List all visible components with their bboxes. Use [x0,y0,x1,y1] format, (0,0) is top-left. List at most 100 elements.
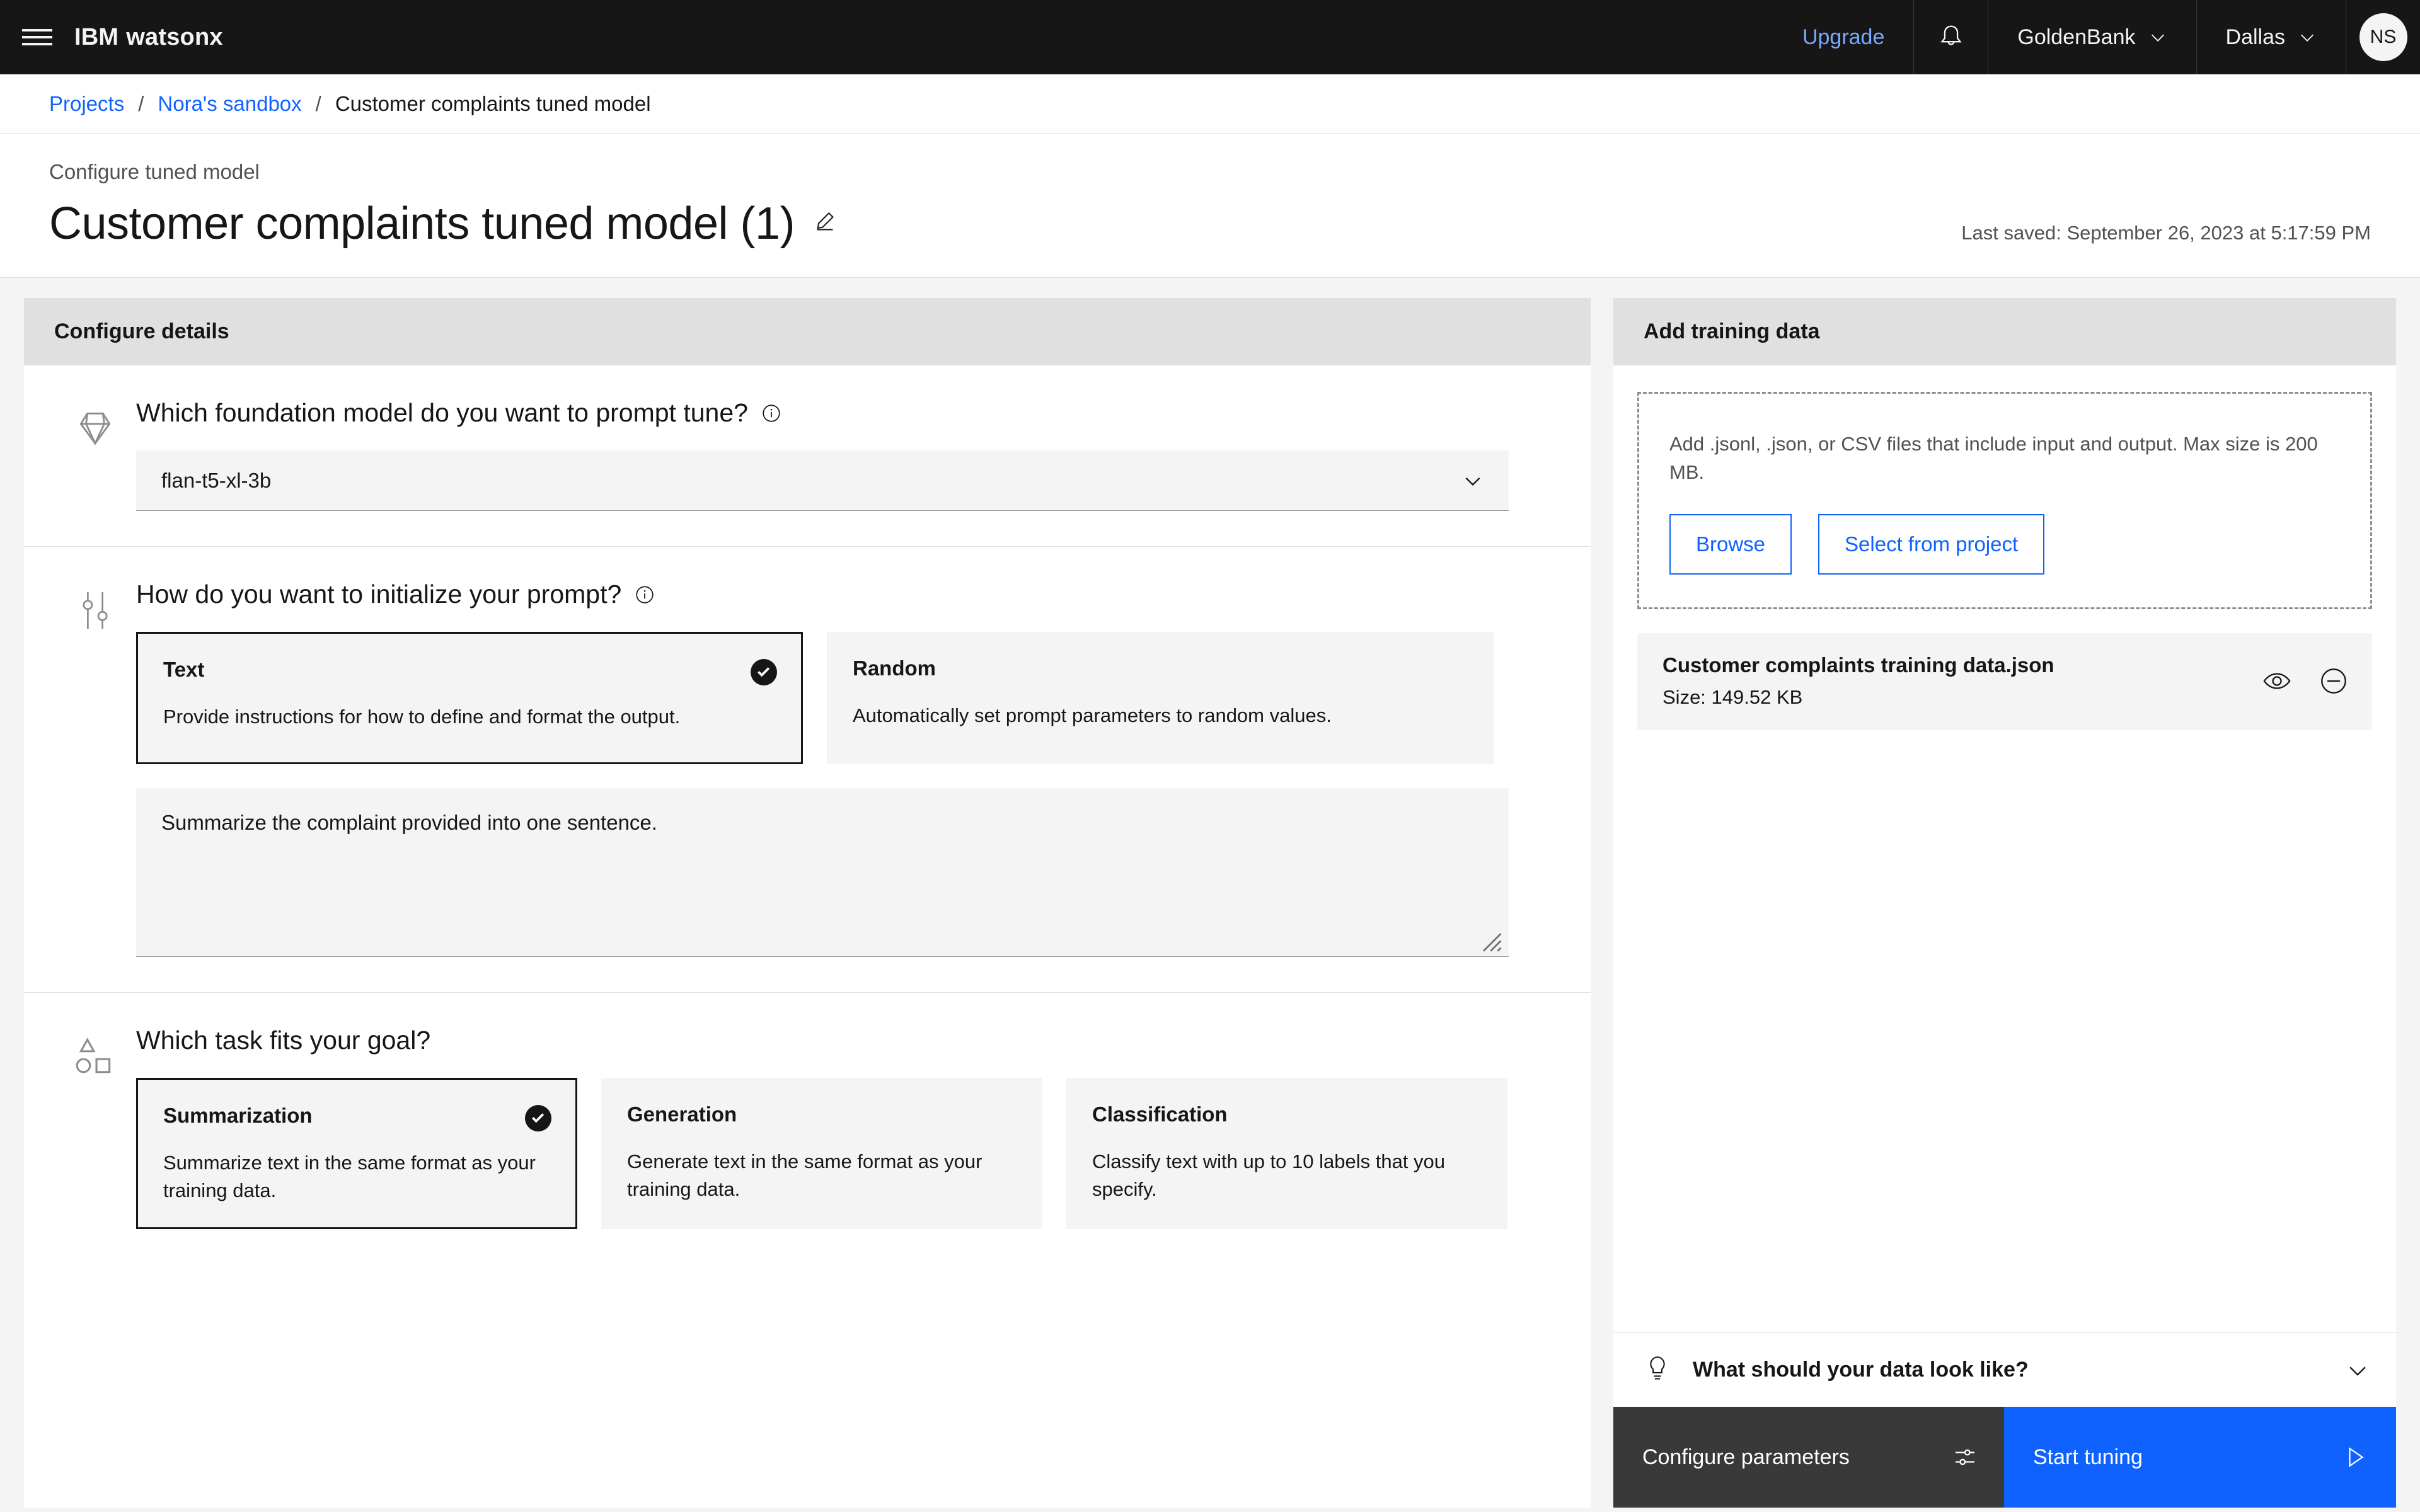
breadcrumb: Projects / Nora's sandbox / Customer com… [0,74,2420,134]
prompt-text-value: Summarize the complaint provided into on… [161,811,657,834]
file-info: Customer complaints training data.json S… [1662,653,2262,709]
bell-icon [1940,25,1962,45]
account-selector[interactable]: GoldenBank [1988,0,2196,74]
foundation-model-question-text: Which foundation model do you want to pr… [136,398,748,427]
file-actions [2262,667,2348,696]
play-icon [2349,1447,2364,1467]
init-option-text-description: Provide instructions for how to define a… [163,706,681,728]
right-panel-spacer [1613,730,2396,1332]
data-format-accordion-label: What should your data look like? [1693,1358,2029,1382]
eye-icon [2263,673,2291,689]
info-circle-icon [636,585,654,604]
browse-button[interactable]: Browse [1669,514,1792,575]
task-question: Which task fits your goal? [136,1026,1509,1055]
upgrade-link[interactable]: Upgrade [1773,0,1913,74]
task-option-classification-label: Classification [1092,1102,1228,1126]
foundation-model-question: Which foundation model do you want to pr… [136,398,1509,428]
avatar: NS [2359,13,2407,61]
prompt-text-input[interactable]: Summarize the complaint provided into on… [136,788,1509,957]
task-option-classification[interactable]: Classification Classify text with up to … [1066,1078,1507,1229]
init-option-random[interactable]: Random Automatically set prompt paramete… [827,632,1494,764]
configure-parameters-button[interactable]: Configure parameters [1613,1407,2004,1508]
lightbulb-icon [1644,1354,1671,1385]
page-header: Configure tuned model Customer complaint… [0,134,2420,278]
idea-icon [1650,1356,1665,1380]
initialize-prompt-options: Text Provide instructions for how to def… [136,632,1509,764]
list-item: Customer complaints training data.json S… [1637,633,2372,731]
section-content: Which foundation model do you want to pr… [136,398,1560,511]
user-account-button[interactable]: NS [2346,0,2420,74]
subtract-circle-icon [2321,668,2346,694]
hamburger-bar [22,43,52,45]
section-icon-wrap [54,1026,136,1229]
region-label: Dallas [2225,25,2285,49]
main-content: Configure details Which foundation model… [0,278,2420,1508]
page-eyebrow: Configure tuned model [49,160,260,183]
task-option-classification-description: Classify text with up to 10 labels that … [1092,1150,1446,1201]
dropzone-instructions: Add .jsonl, .json, or CSV files that inc… [1669,433,2318,483]
breadcrumb-link-sandbox[interactable]: Nora's sandbox [158,92,301,116]
resize-handle[interactable] [1476,927,1504,953]
brand-product-text: watsonx [126,23,223,50]
hamburger-bar [22,29,52,32]
section-icon-wrap [54,580,136,957]
init-option-random-description: Automatically set prompt parameters to r… [853,704,1332,726]
notifications-button[interactable] [1913,0,1988,74]
file-name: Customer complaints training data.json [1662,653,2054,677]
initialize-prompt-question-text: How do you want to initialize your promp… [136,580,622,609]
task-option-summarization-label: Summarization [163,1104,313,1127]
settings-adjust-icon [1956,1449,1974,1465]
select-from-project-button[interactable]: Select from project [1818,514,2045,575]
dropzone-buttons: Browse Select from project [1669,514,2340,575]
task-option-generation[interactable]: Generation Generate text in the same for… [601,1078,1042,1229]
last-saved-text: Last saved: September 26, 2023 at 5:17:5… [1961,222,2371,244]
pencil-icon [817,212,834,231]
breadcrumb-separator: / [138,91,144,115]
chevron-down-icon [2349,1366,2366,1376]
gem-icon [79,412,111,446]
info-icon[interactable] [761,403,782,424]
init-option-text[interactable]: Text Provide instructions for how to def… [136,632,803,764]
info-circle-icon [763,404,780,422]
foundation-model-dropdown[interactable]: flan-t5-xl-3b [136,450,1509,511]
section-icon-wrap [54,398,136,511]
info-icon[interactable] [634,584,655,605]
region-selector[interactable]: Dallas [2196,0,2346,74]
checkmark-filled-icon [751,659,777,685]
account-label: GoldenBank [2017,25,2136,49]
edit-title-button[interactable] [812,209,838,238]
brand-ibm-text: IBM [74,23,119,50]
task-question-text: Which task fits your goal? [136,1026,431,1055]
data-format-accordion[interactable]: What should your data look like? [1613,1332,2396,1407]
hamburger-menu-icon[interactable] [0,0,74,74]
section-task: Which task fits your goal? Summarization… [24,993,1591,1264]
breadcrumb-link-projects[interactable]: Projects [49,92,124,116]
breadcrumb-current: Customer complaints tuned model [335,91,651,115]
app-header: IBM watsonx Upgrade GoldenBank Dallas NS [0,0,2420,74]
chevron-down-icon [1465,477,1480,486]
task-option-summarization[interactable]: Summarization Summarize text in the same… [136,1078,577,1229]
add-training-data-title: Add training data [1613,298,2396,365]
task-option-summarization-description: Summarize text in the same format as you… [163,1152,536,1202]
init-option-random-label: Random [853,656,936,680]
start-tuning-button[interactable]: Start tuning [2004,1407,2396,1508]
chevron-down-icon [2151,34,2164,42]
section-content: How do you want to initialize your promp… [136,580,1560,957]
configure-details-title: Configure details [24,298,1591,365]
shapes-icon [76,1038,111,1074]
add-training-data-panel: Add training data Add .jsonl, .json, or … [1613,298,2396,1508]
start-tuning-label: Start tuning [2033,1445,2143,1469]
init-option-text-label: Text [163,658,205,681]
remove-file-button[interactable] [2319,667,2348,696]
task-option-generation-description: Generate text in the same format as your… [627,1150,982,1201]
chevron-down-icon [2300,34,2314,42]
file-dropzone[interactable]: Add .jsonl, .json, or CSV files that inc… [1637,392,2372,610]
brand-logo[interactable]: IBM watsonx [74,0,248,74]
preview-file-button[interactable] [2262,667,2291,696]
configure-parameters-label: Configure parameters [1642,1445,1850,1469]
hamburger-bar [22,36,52,38]
section-initialize-prompt: How do you want to initialize your promp… [24,547,1591,993]
configure-details-panel: Configure details Which foundation model… [24,298,1591,1508]
task-options: Summarization Summarize text in the same… [136,1078,1509,1229]
page-title: Customer complaints tuned model (1) [49,198,795,249]
